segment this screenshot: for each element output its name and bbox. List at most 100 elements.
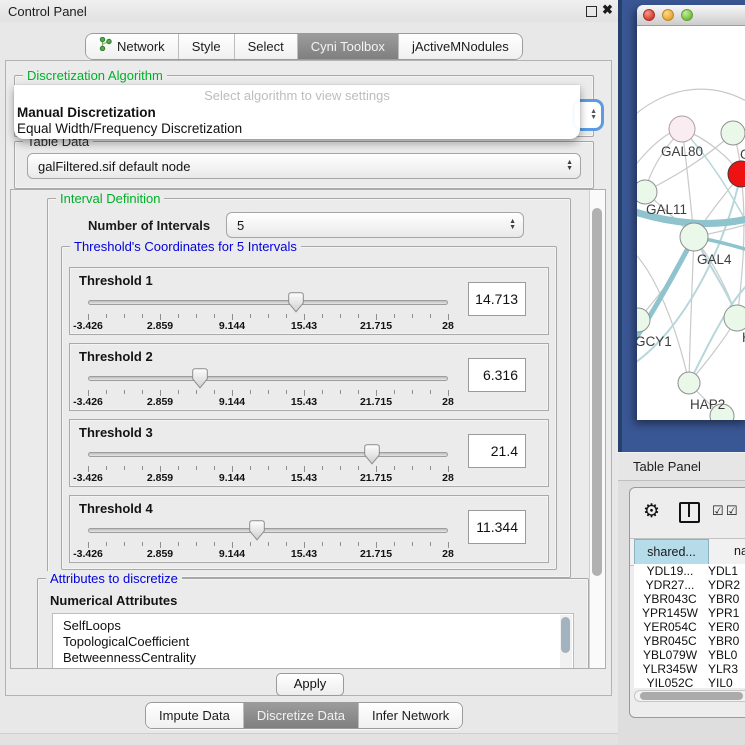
network-node-label: GAL11 (646, 202, 687, 217)
network-canvas[interactable]: GAL80GCGAL11GAL4GCY1HHAP2 (637, 26, 745, 420)
threshold-value-field[interactable]: 21.4 (468, 434, 526, 468)
split-view-icon[interactable] (679, 502, 700, 523)
column-header-shared[interactable]: shared... (634, 539, 709, 565)
tab-select[interactable]: Select (234, 34, 297, 59)
network-node[interactable] (637, 308, 650, 332)
tab-network[interactable]: Network (86, 34, 178, 59)
tab-cyni-toolbox[interactable]: Cyni Toolbox (297, 34, 398, 59)
threshold-slider[interactable]: -3.4262.8599.14415.4321.71528 (88, 292, 448, 332)
tick-mark (196, 542, 197, 546)
tick-mark (178, 314, 179, 318)
threshold-panel: Threshold 3-3.4262.8599.14415.4321.71528… (69, 419, 549, 487)
algorithm-option[interactable]: Equal Width/Frequency Discretization (14, 121, 580, 137)
tick-mark (214, 390, 215, 394)
table-row[interactable]: YIL052CYIL0 (634, 676, 745, 688)
slider-track[interactable] (88, 528, 448, 533)
scrollbar-thumb[interactable] (592, 208, 602, 576)
threshold-panel: Threshold 2-3.4262.8599.14415.4321.71528… (69, 343, 549, 411)
tick-mark (106, 314, 107, 318)
network-window[interactable]: GAL80GCGAL11GAL4GCY1HHAP2 (637, 5, 745, 420)
table-row[interactable]: YER054CYER0 (634, 620, 745, 634)
close-traffic-light-icon[interactable] (643, 9, 655, 21)
slider-track[interactable] (88, 376, 448, 381)
slider-thumb[interactable] (364, 444, 380, 465)
slider-thumb[interactable] (288, 292, 304, 313)
attribute-item[interactable]: TopologicalCoefficient (53, 634, 573, 650)
tab-discretize-data[interactable]: Discretize Data (243, 703, 358, 728)
threshold-value-field[interactable]: 14.713 (468, 282, 526, 316)
table-row[interactable]: YBR043CYBR0 (634, 592, 745, 606)
close-icon[interactable]: ✖ (602, 2, 613, 18)
network-node[interactable] (678, 372, 700, 394)
table-row[interactable]: YDR27...YDR2 (634, 578, 745, 592)
network-node[interactable] (669, 116, 695, 142)
threshold-value-field[interactable]: 11.344 (468, 510, 526, 544)
zoom-traffic-light-icon[interactable] (681, 9, 693, 21)
table-panel-titlebar: Table Panel (618, 452, 745, 481)
tab-style[interactable]: Style (178, 34, 234, 59)
tab-jactivemnodules[interactable]: jActiveMNodules (398, 34, 522, 59)
slider-thumb[interactable] (249, 520, 265, 541)
checkbox-icon[interactable]: ☑ (726, 503, 738, 519)
numerical-attributes-list[interactable]: SelfLoopsTopologicalCoefficientBetweenne… (52, 613, 574, 669)
numerical-attributes-label: Numerical Attributes (50, 593, 177, 608)
slider-track[interactable] (88, 452, 448, 457)
axis-tick-label: 15.43 (291, 548, 317, 560)
gear-icon[interactable]: ⚙ (643, 500, 660, 523)
table-data-combo[interactable]: galFiltered.sif default node ▲▼ (27, 153, 581, 179)
threshold-value-field[interactable]: 6.316 (468, 358, 526, 392)
table-row[interactable]: YPR145WYPR1 (634, 606, 745, 620)
threshold-slider[interactable]: -3.4262.8599.14415.4321.71528 (88, 520, 448, 560)
network-node-label: GCY1 (637, 334, 672, 349)
cell-name: YDL1 (706, 564, 738, 578)
slider-track[interactable] (88, 300, 448, 305)
settings-vertical-scrollbar[interactable] (589, 190, 605, 668)
tick-mark (340, 466, 341, 470)
cell-name: YIL0 (706, 676, 733, 688)
axis-tick-label: 28 (442, 472, 454, 484)
attribute-item[interactable]: SelfLoops (53, 618, 573, 634)
tick-mark (322, 390, 323, 394)
table-row[interactable]: YBL079WYBL0 (634, 648, 745, 662)
tab-label: Select (248, 34, 284, 59)
tick-mark (412, 390, 413, 394)
column-header-name[interactable]: na (709, 539, 745, 565)
network-node[interactable] (721, 121, 745, 145)
table-panel-window: ⚙ ☑ ☑ shared... na YDL19...YDL1YDR27...Y… (629, 487, 745, 718)
tick-mark (394, 314, 395, 318)
tick-mark (142, 542, 143, 546)
network-window-titlebar[interactable] (637, 5, 745, 26)
tick-mark (340, 390, 341, 394)
float-window-icon[interactable] (586, 6, 597, 17)
network-node-label: GAL4 (697, 252, 732, 267)
cell-name: YER0 (706, 620, 739, 634)
minimize-traffic-light-icon[interactable] (662, 9, 674, 21)
table-row[interactable]: YBR045CYBR0 (634, 634, 745, 648)
threshold-slider[interactable]: -3.4262.8599.14415.4321.71528 (88, 368, 448, 408)
tick-mark (196, 466, 197, 470)
algorithm-option[interactable]: Manual Discretization (14, 105, 580, 121)
scrollbar-thumb[interactable] (640, 692, 743, 700)
table-horizontal-scrollbar[interactable] (634, 690, 745, 702)
threshold-slider[interactable]: -3.4262.8599.14415.4321.71528 (88, 444, 448, 484)
checkbox-icon[interactable]: ☑ (712, 503, 724, 519)
table-rows: YDL19...YDL1YDR27...YDR2YBR043CYBR0YPR14… (634, 564, 745, 688)
table-row[interactable]: YLR345WYLR3 (634, 662, 745, 676)
network-node[interactable] (728, 161, 745, 187)
tab-impute-data[interactable]: Impute Data (146, 703, 243, 728)
network-node[interactable] (680, 223, 708, 251)
network-node[interactable] (637, 180, 657, 204)
table-row[interactable]: YDL19...YDL1 (634, 564, 745, 578)
apply-button[interactable]: Apply (276, 673, 344, 696)
spinner-arrows-icon: ▲▼ (509, 219, 516, 231)
slider-thumb[interactable] (192, 368, 208, 389)
attributes-scrollbar[interactable] (560, 615, 572, 669)
attribute-items: SelfLoopsTopologicalCoefficientBetweenne… (53, 614, 573, 666)
cyni-toolbox-panel: Discretization Algorithm ▲▼ Select algor… (5, 60, 612, 696)
algorithm-dropdown-popup: Select algorithm to view settings Manual… (14, 85, 580, 139)
number-of-intervals-combo[interactable]: 5 ▲▼ (226, 212, 524, 238)
scrollbar-thumb[interactable] (561, 617, 570, 653)
network-node[interactable] (724, 305, 745, 331)
attribute-item[interactable]: BetweennessCentrality (53, 650, 573, 666)
tab-infer-network[interactable]: Infer Network (358, 703, 462, 728)
